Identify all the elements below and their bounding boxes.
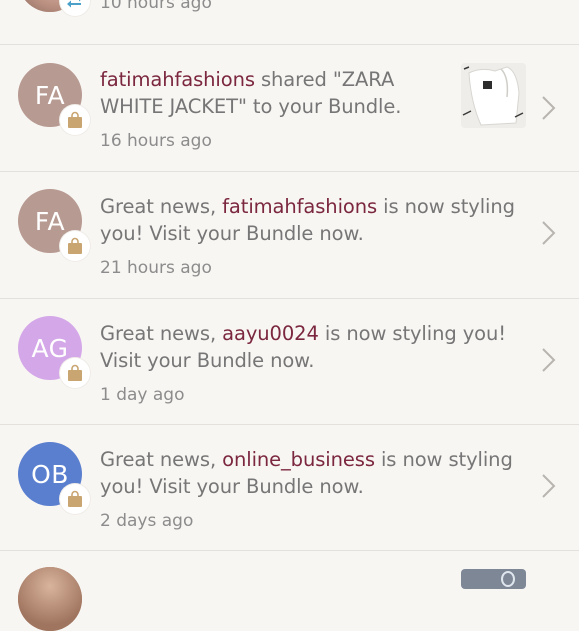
repost-badge xyxy=(60,0,90,16)
timestamp: 10 hours ago xyxy=(100,0,212,13)
avatar-initials: AG xyxy=(31,333,69,363)
notification-prefix: Great news, xyxy=(100,322,223,345)
item-thumbnail[interactable] xyxy=(461,63,526,128)
shopping-bag-icon xyxy=(68,364,82,381)
jacket-image xyxy=(461,63,526,128)
notification-row[interactable]: OB Great news, online_business is now st… xyxy=(0,425,579,551)
notification-text: Great news, online_business is now styli… xyxy=(100,446,530,500)
bundle-badge xyxy=(60,105,90,135)
notification-row[interactable]: FA fatimahfashions shared "ZARA WHITE JA… xyxy=(0,45,579,172)
avatar[interactable] xyxy=(18,567,82,631)
avatar-initials: OB xyxy=(31,459,69,489)
chevron-right-icon[interactable] xyxy=(540,220,558,246)
chevron-right-icon[interactable] xyxy=(540,95,558,121)
timestamp: 16 hours ago xyxy=(100,131,212,151)
chevron-right-icon[interactable] xyxy=(540,347,558,373)
notification-row[interactable]: AG Great news, aayu0024 is now styling y… xyxy=(0,299,579,425)
notification-row[interactable]: FA Great news, fatimahfashions is now st… xyxy=(0,172,579,299)
shopping-bag-icon xyxy=(68,490,82,507)
username-link[interactable]: online_business xyxy=(222,448,375,471)
notification-row[interactable] xyxy=(0,551,579,631)
username-link[interactable]: fatimahfashions xyxy=(222,195,377,218)
username-link[interactable]: fatimahfashions xyxy=(100,68,255,91)
shopping-bag-icon xyxy=(68,237,82,254)
notification-row[interactable]: 10 hours ago xyxy=(0,0,579,45)
notification-prefix: Great news, xyxy=(100,195,223,218)
avatar-initials: FA xyxy=(34,206,66,236)
notification-feed: 10 hours ago FA fatimahfashions shared "… xyxy=(0,0,579,631)
notification-text: fatimahfashions shared "ZARA WHITE JACKE… xyxy=(100,66,440,120)
bundle-badge xyxy=(60,484,90,514)
item-thumbnail[interactable] xyxy=(461,569,526,589)
avatar-initials: FA xyxy=(34,80,66,110)
notification-text: Great news, aayu0024 is now styling you!… xyxy=(100,320,520,374)
chevron-right-icon[interactable] xyxy=(540,473,558,499)
repost-icon xyxy=(67,0,81,8)
username-link[interactable]: aayu0024 xyxy=(222,322,319,345)
notification-prefix: Great news, xyxy=(100,448,223,471)
bundle-badge xyxy=(60,358,90,388)
timestamp: 2 days ago xyxy=(100,511,194,531)
notification-text: Great news, fatimahfashions is now styli… xyxy=(100,193,530,247)
timestamp: 21 hours ago xyxy=(100,258,212,278)
bundle-badge xyxy=(60,231,90,261)
shopping-bag-icon xyxy=(68,111,82,128)
timestamp: 1 day ago xyxy=(100,385,185,405)
